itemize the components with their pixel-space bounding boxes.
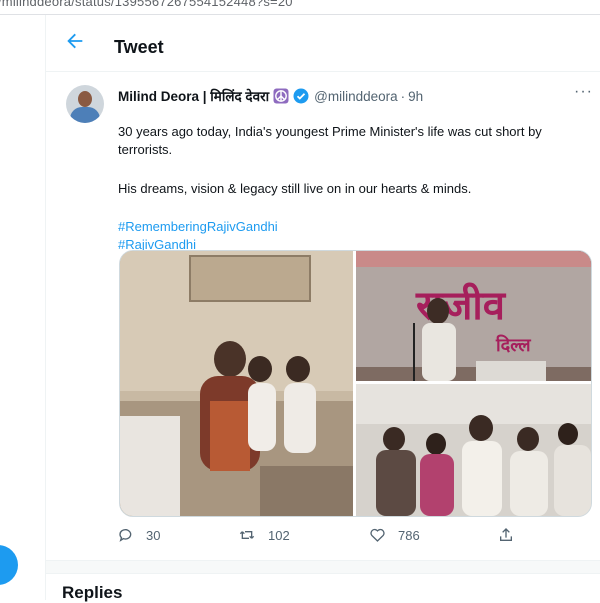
arrow-left-icon[interactable] — [64, 30, 86, 52]
tweet-photo-family[interactable] — [120, 251, 353, 516]
avatar[interactable] — [66, 85, 104, 123]
author-row: Milind Deora | मिलिंद देवरा @milinddeora… — [118, 87, 423, 105]
hashtag-link[interactable]: #RememberingRajivGandhi — [118, 218, 588, 236]
tweet-actions-bar: 30 102 786 — [46, 527, 600, 547]
reply-icon — [119, 529, 132, 542]
tweet-time[interactable]: 9h — [408, 89, 423, 104]
tweet-column: Tweet Milind Deora | मिलिंद देवरा @milin… — [45, 15, 600, 602]
tweet-text-line1: 30 years ago today, India's youngest Pri… — [118, 124, 542, 157]
retweet-button[interactable]: 102 — [238, 527, 290, 543]
share-icon — [500, 528, 512, 541]
peace-icon — [273, 88, 289, 104]
tweet-header: Tweet — [46, 15, 600, 72]
page-title: Tweet — [114, 37, 164, 57]
compose-tweet-button[interactable] — [0, 545, 18, 585]
address-url: /milinddeora/status/1395567267554152448?… — [0, 0, 293, 9]
tweet-photo-crowd[interactable] — [356, 384, 591, 516]
separator-dot: · — [400, 88, 406, 104]
heart-icon — [370, 528, 385, 542]
replies-heading: Replies — [62, 583, 123, 602]
verified-badge-icon — [293, 88, 309, 104]
retweet-count: 102 — [268, 527, 290, 543]
share-button[interactable] — [498, 527, 526, 543]
tweet-text-line2: His dreams, vision & legacy still live o… — [118, 181, 472, 196]
reply-button[interactable]: 30 — [118, 527, 160, 543]
author-handle[interactable]: @milinddeora — [314, 89, 398, 104]
reply-count: 30 — [146, 527, 161, 543]
browser-address-bar[interactable]: /milinddeora/status/1395567267554152448?… — [0, 0, 600, 15]
like-count: 786 — [398, 527, 420, 543]
author-name[interactable]: Milind Deora | मिलिंद देवरा — [118, 87, 269, 105]
tweet-photo-speech[interactable]: राजीव दिल्ल — [356, 251, 591, 381]
like-button[interactable]: 786 — [369, 527, 420, 543]
tweet-media-grid: राजीव दिल्ल — [119, 250, 592, 517]
photo-sign-text: दिल्ल — [495, 334, 531, 356]
retweet-icon — [239, 531, 255, 539]
section-divider — [46, 560, 600, 574]
more-options-icon[interactable]: ··· — [574, 83, 593, 101]
left-sidebar — [0, 15, 45, 600]
